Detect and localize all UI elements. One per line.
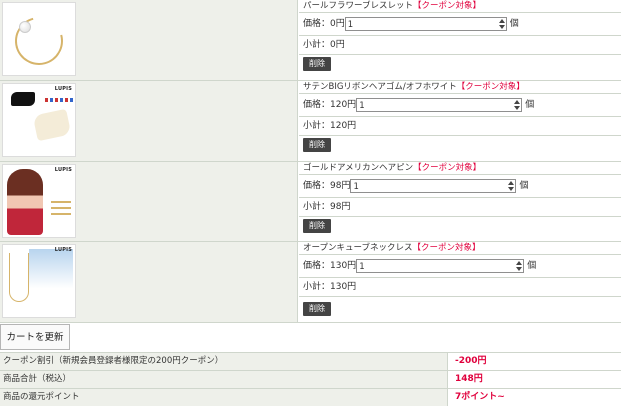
delete-button[interactable]: 削除 bbox=[303, 219, 331, 233]
cart-item: パールフラワーブレスレット【クーポン対象】 価格：0円 1 個 小計：0円 削除 bbox=[0, 0, 621, 81]
summary-label: 商品合計（税込） bbox=[0, 371, 448, 388]
cart-item: LUPIS サテンBIGリボンヘアゴム/オフホワイト【クーポン対象】 価格：12… bbox=[0, 81, 621, 162]
summary-row-total: 商品合計（税込） 148円 bbox=[0, 370, 621, 388]
quantity-value: 1 bbox=[347, 19, 354, 30]
order-summary: クーポン割引（新規会員登録者様限定の200円クーポン） -200円 商品合計（税… bbox=[0, 352, 621, 406]
spinner-icon[interactable] bbox=[514, 99, 521, 110]
summary-row-coupon: クーポン割引（新規会員登録者様限定の200円クーポン） -200円 bbox=[0, 352, 621, 370]
price-row: 価格：120円 1 個 bbox=[299, 93, 621, 117]
cart-item: LUPIS オープンキューブネックレス【クーポン対象】 価格：130円 1 個 小計… bbox=[0, 242, 621, 323]
price-label: 価格：130円 bbox=[303, 261, 357, 271]
item-detail: ゴールドアメリカンヘアピン【クーポン対象】 価格：98円 1 個 小計：98円 削除 bbox=[299, 162, 621, 241]
subtotal-row: 小計：120円 bbox=[299, 117, 621, 136]
spinner-icon[interactable] bbox=[508, 180, 515, 191]
summary-value: -200円 bbox=[455, 356, 487, 366]
subtotal-row: 小計：98円 bbox=[299, 198, 621, 217]
item-detail: サテンBIGリボンヘアゴム/オフホワイト【クーポン対象】 価格：120円 1 個 小… bbox=[299, 81, 621, 161]
unit-label: 個 bbox=[527, 261, 537, 271]
ribbon-shape bbox=[32, 108, 72, 142]
product-image[interactable]: LUPIS bbox=[2, 164, 76, 238]
spinner-icon[interactable] bbox=[516, 260, 523, 271]
unit-label: 個 bbox=[519, 181, 529, 191]
item-thumbnail-cell: LUPIS bbox=[0, 242, 298, 322]
summary-value: 148円 bbox=[455, 374, 483, 384]
brand-logo: LUPIS bbox=[54, 167, 72, 173]
quantity-value: 1 bbox=[359, 261, 365, 272]
color-swatches bbox=[45, 98, 73, 102]
item-title: サテンBIGリボンヘアゴム/オフホワイト【クーポン対象】 bbox=[299, 81, 621, 93]
brand-logo: LUPIS bbox=[54, 86, 72, 92]
necklace-shape bbox=[9, 253, 29, 302]
quantity-stepper[interactable]: 1 bbox=[356, 97, 523, 112]
item-title: オープンキューブネックレス【クーポン対象】 bbox=[299, 242, 621, 254]
coupon-badge: 【クーポン対象】 bbox=[412, 243, 481, 253]
delete-button[interactable]: 削除 bbox=[303, 302, 331, 316]
item-detail: オープンキューブネックレス【クーポン対象】 価格：130円 1 個 小計：130円 … bbox=[299, 242, 621, 322]
price-row: 価格：130円 1 個 bbox=[299, 254, 621, 278]
pearl-shape bbox=[19, 21, 31, 33]
spinner-icon[interactable] bbox=[498, 18, 505, 29]
price-label: 価格：98円 bbox=[303, 181, 351, 191]
model-shape bbox=[29, 249, 73, 315]
price-row: 価格：0円 1 個 bbox=[299, 12, 621, 36]
summary-label: クーポン割引（新規会員登録者様限定の200円クーポン） bbox=[0, 353, 448, 370]
delete-button[interactable]: 削除 bbox=[303, 138, 331, 152]
price-row: 価格：98円 1 個 bbox=[299, 174, 621, 198]
item-detail: パールフラワーブレスレット【クーポン対象】 価格：0円 1 個 小計：0円 削除 bbox=[299, 0, 621, 80]
item-thumbnail-cell: LUPIS bbox=[0, 81, 298, 161]
hairpin-shape bbox=[51, 201, 71, 203]
item-name-link[interactable]: パールフラワーブレスレット bbox=[303, 1, 413, 11]
brand-logo: LUPIS bbox=[54, 247, 72, 253]
quantity-value: 1 bbox=[359, 100, 365, 111]
update-cart-button[interactable]: カートを更新 bbox=[0, 324, 70, 350]
item-name-link[interactable]: ゴールドアメリカンヘアピン bbox=[303, 163, 413, 173]
ribbon-shape bbox=[11, 92, 35, 106]
item-title: ゴールドアメリカンヘアピン【クーポン対象】 bbox=[299, 162, 621, 174]
coupon-badge: 【クーポン対象】 bbox=[413, 1, 482, 11]
unit-label: 個 bbox=[509, 19, 519, 29]
delete-button[interactable]: 削除 bbox=[303, 57, 331, 71]
quantity-stepper[interactable]: 1 bbox=[350, 178, 517, 193]
product-image[interactable]: LUPIS bbox=[2, 83, 76, 157]
price-label: 価格：120円 bbox=[303, 100, 357, 110]
subtotal-row: 小計：0円 bbox=[299, 36, 621, 55]
coupon-badge: 【クーポン対象】 bbox=[456, 82, 525, 92]
summary-label: 商品の還元ポイント bbox=[0, 389, 448, 406]
product-image[interactable]: LUPIS bbox=[2, 244, 76, 318]
subtotal-row: 小計：130円 bbox=[299, 278, 621, 297]
product-image[interactable] bbox=[2, 2, 76, 76]
summary-row-points: 商品の還元ポイント 7ポイント~ bbox=[0, 388, 621, 406]
cart-item: LUPIS ゴールドアメリカンヘアピン【クーポン対象】 価格：98円 1 個 小計：… bbox=[0, 162, 621, 242]
price-label: 価格：0円 bbox=[303, 19, 345, 29]
coupon-badge: 【クーポン対象】 bbox=[413, 163, 482, 173]
model-shape bbox=[7, 169, 43, 235]
item-name-link[interactable]: オープンキューブネックレス bbox=[303, 243, 412, 253]
bracelet-shape bbox=[6, 8, 72, 74]
item-thumbnail-cell: LUPIS bbox=[0, 162, 298, 241]
item-thumbnail-cell bbox=[0, 0, 298, 80]
item-title: パールフラワーブレスレット【クーポン対象】 bbox=[299, 0, 621, 12]
quantity-stepper[interactable]: 1 bbox=[356, 258, 525, 273]
unit-label: 個 bbox=[525, 100, 535, 110]
item-name-link[interactable]: サテンBIGリボンヘアゴム/オフホワイト bbox=[303, 82, 457, 92]
summary-value: 7ポイント~ bbox=[455, 392, 505, 402]
quantity-stepper[interactable]: 1 bbox=[344, 16, 507, 31]
quantity-value: 1 bbox=[353, 181, 359, 192]
